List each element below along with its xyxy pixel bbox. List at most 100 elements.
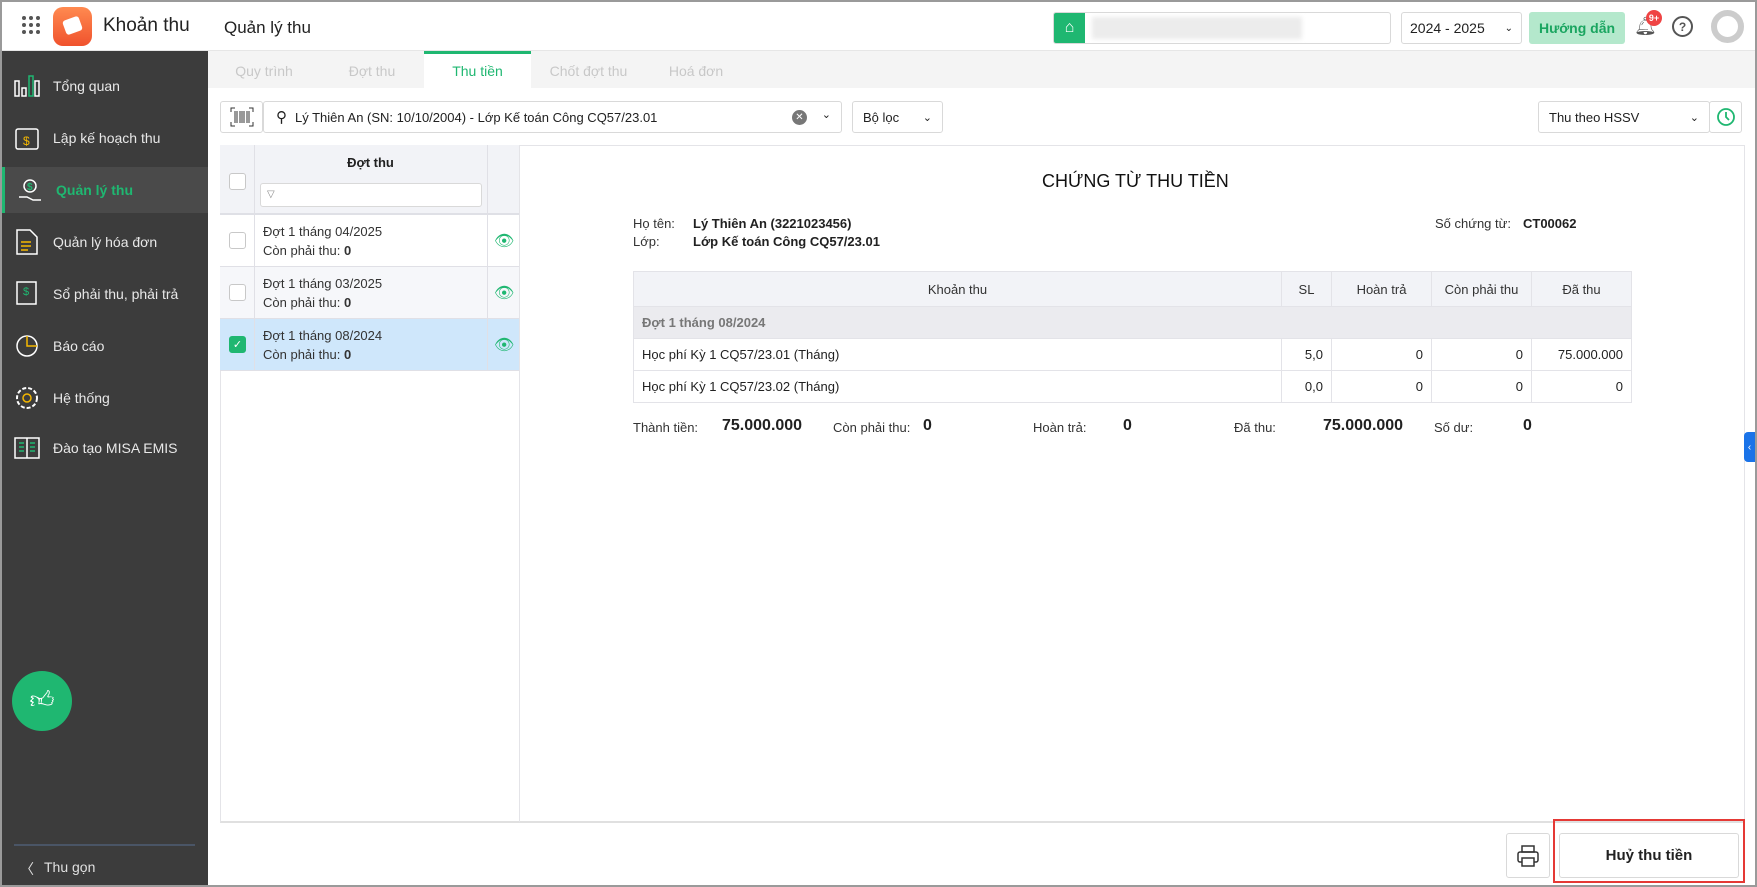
- tab-collect[interactable]: Thu tiền: [424, 51, 531, 88]
- barcode-scan-button[interactable]: [220, 101, 263, 133]
- col-item: Khoản thu: [633, 271, 1282, 307]
- open-book-icon: [13, 434, 41, 462]
- batch-remaining: Còn phải thu: 0: [263, 243, 352, 258]
- row-checkbox[interactable]: [229, 232, 246, 249]
- clear-icon[interactable]: ✕: [792, 110, 807, 125]
- batch-column-title: Đợt thu: [347, 155, 394, 170]
- table-row: Học phí Kỳ 1 CQ57/23.01 (Tháng) 5,0 0 0 75.0…: [633, 338, 1632, 371]
- batch-remaining: Còn phải thu: 0: [263, 295, 352, 310]
- col-remaining: Còn phải thu: [1431, 271, 1532, 307]
- eye-icon[interactable]: 👁︎: [494, 231, 514, 251]
- bar-chart-icon: [13, 72, 41, 100]
- svg-text:$: $: [23, 134, 30, 148]
- paid-label: Đã thu:: [1234, 420, 1276, 435]
- batch-remaining: Còn phải thu: 0: [263, 347, 352, 362]
- school-select[interactable]: ⌂: [1053, 12, 1391, 44]
- batch-row[interactable]: Đợt 1 tháng 04/2025 Còn phải thu: 0 👁︎: [220, 215, 519, 267]
- avatar[interactable]: [1711, 10, 1744, 43]
- batch-filter-input[interactable]: ▽: [260, 183, 482, 207]
- notification-badge: 9+: [1646, 10, 1662, 26]
- chevron-down-icon: ⌄: [922, 111, 932, 124]
- batch-name: Đợt 1 tháng 04/2025: [263, 224, 383, 239]
- svg-text:$: $: [23, 286, 29, 298]
- help-icon[interactable]: ?: [1672, 16, 1693, 37]
- balance-label: Số dư:: [1434, 420, 1474, 435]
- row-checkbox[interactable]: ✓: [229, 336, 246, 353]
- barcode-icon: [230, 107, 253, 127]
- sidebar: Tổng quan $ Lập kế hoạch thu $ Quản lý thu…: [2, 51, 208, 885]
- collect-mode-select[interactable]: Thu theo HSSV ⌄: [1538, 101, 1710, 133]
- name-label: Họ tên:: [633, 216, 675, 231]
- chevron-down-icon: ⌄: [1689, 111, 1699, 124]
- select-all-checkbox[interactable]: [229, 173, 246, 190]
- eye-icon[interactable]: 👁︎: [494, 283, 514, 303]
- school-year-select[interactable]: 2024 - 2025 ⌄: [1401, 12, 1522, 44]
- top-header: Khoản thu Quản lý thu ⌂ 2024 - 2025 ⌄ Hướ…: [2, 2, 1755, 51]
- total-value: 75.000.000: [722, 417, 803, 434]
- side-panel-toggle[interactable]: ‹: [1744, 432, 1755, 462]
- refund-value: 0: [1123, 417, 1132, 434]
- tab-batch[interactable]: Đợt thu: [320, 51, 424, 88]
- chevron-left-icon: 〈: [20, 861, 34, 877]
- sidebar-item-training[interactable]: Đào tạo MISA EMIS: [2, 425, 208, 471]
- print-button[interactable]: [1506, 833, 1550, 878]
- guide-button[interactable]: Hướng dẫn: [1529, 12, 1625, 44]
- divider: [14, 844, 195, 846]
- history-clock-button[interactable]: [1709, 101, 1742, 133]
- refund-label: Hoàn trả:: [1033, 420, 1087, 435]
- sidebar-item-plan[interactable]: $ Lập kế hoạch thu: [2, 115, 208, 161]
- tab-invoice[interactable]: Hoá đơn: [646, 51, 746, 88]
- tab-process[interactable]: Quy trình: [208, 51, 320, 88]
- doc-no-value: CT00062: [1523, 216, 1577, 231]
- group-row: Đợt 1 tháng 08/2024: [633, 306, 1632, 339]
- collapse-button[interactable]: 〈 Thu gọn: [20, 859, 95, 879]
- table-row: Học phí Kỳ 1 CQ57/23.02 (Tháng) 0,0 0 0 0: [633, 370, 1632, 403]
- document-title: CHỨNG TỪ THU TIỀN: [1042, 171, 1229, 191]
- remaining-label: Còn phải thu:: [833, 420, 911, 435]
- sidebar-item-overview[interactable]: Tổng quan: [2, 63, 208, 109]
- home-icon: ⌂: [1054, 13, 1085, 43]
- receipt-table: Khoản thu SL Hoàn trả Còn phải thu Đã th…: [633, 271, 1632, 403]
- batch-name: Đợt 1 tháng 03/2025: [263, 276, 383, 291]
- book-dollar-icon: $: [13, 280, 41, 308]
- svg-text:$: $: [27, 182, 33, 193]
- apps-grid-icon[interactable]: [22, 16, 40, 34]
- chevron-down-icon[interactable]: ⌄: [822, 108, 831, 121]
- balance-value: 0: [1523, 417, 1532, 434]
- doc-no-label: Số chứng từ:: [1435, 216, 1511, 231]
- calendar-dollar-icon: $: [13, 124, 41, 152]
- row-checkbox[interactable]: [229, 284, 246, 301]
- sidebar-item-manage-revenue[interactable]: $ Quản lý thu: [2, 167, 208, 213]
- col-refund: Hoàn trả: [1331, 271, 1432, 307]
- clock-icon: [1716, 108, 1735, 126]
- student-search-input[interactable]: ⚲ Lý Thiên An (SN: 10/10/2004) - Lớp Kế …: [263, 101, 842, 133]
- document-icon: [13, 228, 41, 256]
- highlight-box: [1553, 819, 1745, 883]
- class-label: Lớp:: [633, 234, 660, 249]
- total-label: Thành tiền:: [633, 420, 699, 435]
- batch-list-header: Đợt thu ▽: [220, 145, 519, 215]
- batch-row[interactable]: ✓ Đợt 1 tháng 08/2024 Còn phải thu: 0 👁︎: [220, 319, 519, 371]
- chevron-down-icon: ⌄: [1504, 22, 1513, 34]
- sidebar-item-ledger[interactable]: $ Sổ phải thu, phải trả: [2, 271, 208, 317]
- sidebar-item-system[interactable]: Hệ thống: [2, 375, 208, 421]
- filter-dropdown[interactable]: Bộ lọc ⌄: [852, 101, 943, 133]
- sidebar-item-reports[interactable]: Báo cáo: [2, 323, 208, 369]
- eye-icon[interactable]: 👁︎: [494, 335, 514, 355]
- col-paid: Đã thu: [1531, 271, 1632, 307]
- printer-icon: [1517, 844, 1539, 867]
- page-title: Quản lý thu: [224, 18, 311, 37]
- class-value: Lớp Kế toán Công CQ57/23.01: [693, 234, 880, 249]
- sidebar-item-invoices[interactable]: Quản lý hóa đơn: [2, 219, 208, 265]
- pie-chart-icon: [13, 332, 41, 360]
- gear-icon: [13, 384, 41, 412]
- batch-name: Đợt 1 tháng 08/2024: [263, 328, 383, 343]
- filter-icon: ▽: [267, 189, 275, 200]
- hand-coin-icon: $: [16, 176, 44, 204]
- batch-row[interactable]: Đợt 1 tháng 03/2025 Còn phải thu: 0 👁︎: [220, 267, 519, 319]
- feedback-thumbs-up-button[interactable]: 👍︎: [12, 671, 72, 731]
- app-name: Khoản thu: [103, 15, 190, 36]
- remaining-value: 0: [923, 417, 932, 434]
- name-value: Lý Thiên An (3221023456): [693, 216, 852, 231]
- tab-close-batch[interactable]: Chốt đợt thu: [531, 51, 646, 88]
